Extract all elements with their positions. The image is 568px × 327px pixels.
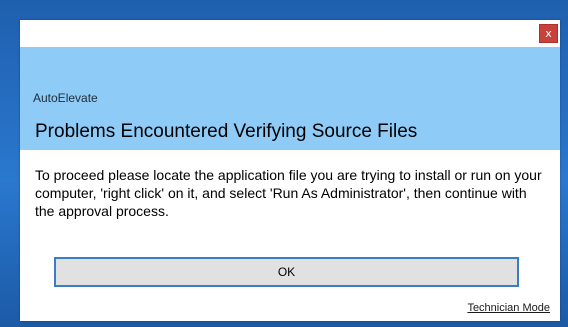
dialog-heading: Problems Encountered Verifying Source Fi… bbox=[35, 121, 418, 142]
header-banner: AutoElevate Problems Encountered Verifyi… bbox=[20, 47, 560, 150]
app-name: AutoElevate bbox=[33, 91, 98, 105]
close-button[interactable]: x bbox=[539, 24, 558, 43]
ok-button[interactable]: OK bbox=[54, 257, 519, 287]
technician-mode-link[interactable]: Technician Mode bbox=[467, 302, 550, 314]
autoelevate-dialog: x AutoElevate Problems Encountered Verif… bbox=[20, 20, 560, 321]
dialog-message: To proceed please locate the application… bbox=[35, 167, 542, 219]
title-bar: x bbox=[20, 20, 560, 47]
close-icon: x bbox=[545, 27, 552, 40]
